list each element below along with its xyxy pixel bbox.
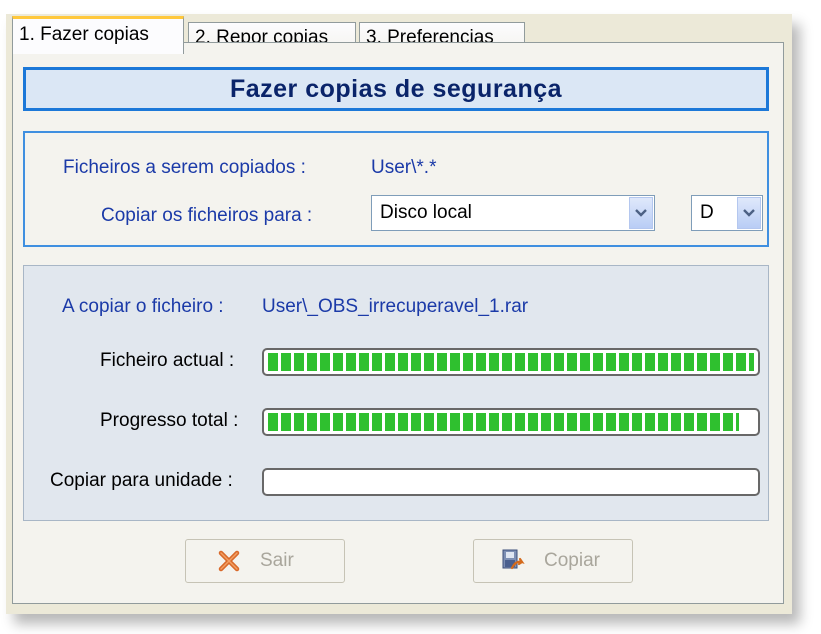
page-title: Fazer copias de segurança: [23, 67, 769, 111]
destination-select[interactable]: Disco local: [371, 195, 655, 231]
chevron-down-icon[interactable]: [629, 197, 653, 229]
unit-progress-bar: [262, 468, 760, 496]
unit-progress-label: Copiar para unidade :: [50, 470, 233, 491]
copy-button-label: Copiar: [544, 550, 600, 571]
exit-button-label: Sair: [260, 550, 294, 571]
drive-select[interactable]: D: [691, 195, 763, 231]
copy-disk-icon: [500, 548, 526, 574]
close-x-icon: [216, 548, 242, 574]
files-label: Ficheiros a serem copiados :: [63, 157, 306, 178]
total-progress-bar: [262, 408, 760, 436]
chevron-down-icon[interactable]: [737, 197, 761, 229]
file-progress-bar: [262, 348, 760, 376]
current-file-value: User\_OBS_irrecuperavel_1.rar: [262, 296, 529, 317]
destination-select-value: Disco local: [380, 202, 472, 223]
file-progress-label: Ficheiro actual :: [100, 350, 235, 371]
total-progress-label: Progresso total :: [100, 410, 239, 431]
files-value: User\*.*: [371, 157, 437, 178]
tab-page: Fazer copias de segurança Ficheiros a se…: [12, 42, 784, 604]
copy-button[interactable]: Copiar: [473, 539, 633, 583]
progress-panel: A copiar o ficheiro : User\_OBS_irrecupe…: [23, 265, 769, 521]
source-destination-panel: Ficheiros a serem copiados : User\*.* Co…: [23, 131, 769, 247]
exit-button[interactable]: Sair: [185, 539, 345, 583]
destination-label: Copiar os ficheiros para :: [101, 205, 313, 226]
current-file-label: A copiar o ficheiro :: [62, 296, 224, 317]
drive-select-value: D: [700, 202, 714, 223]
total-progress-fill: [268, 413, 740, 431]
tab-fazer-copias[interactable]: 1. Fazer copias: [12, 16, 184, 54]
file-progress-fill: [268, 353, 754, 371]
